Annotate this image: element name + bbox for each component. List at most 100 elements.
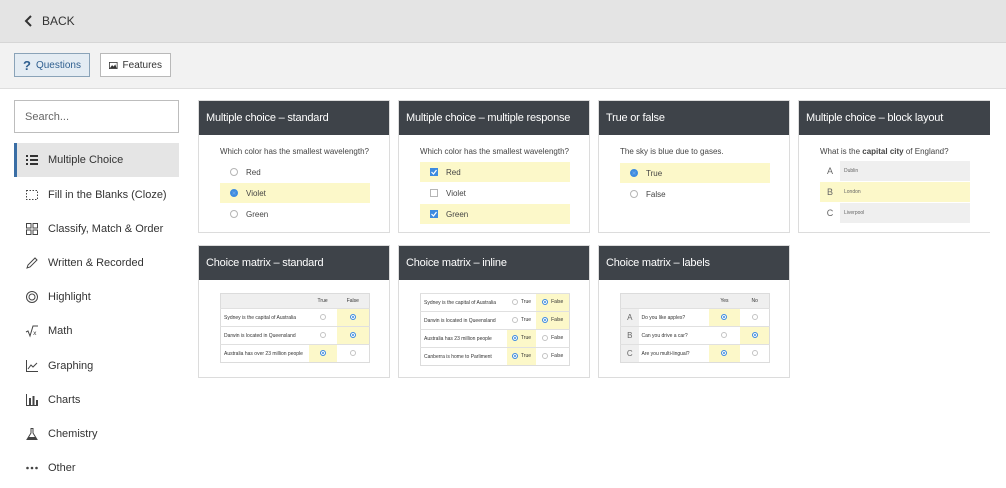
sidebar-item-written-recorded[interactable]: Written & Recorded <box>14 246 179 280</box>
option-letter: C <box>826 208 834 218</box>
option-label: Green <box>246 209 269 219</box>
search-input[interactable] <box>14 100 179 133</box>
sidebar-item-fill-in-the-blanks[interactable]: Fill in the Blanks (Cloze) <box>14 178 179 212</box>
sidebar-item-label: Chemistry <box>48 428 98 440</box>
preview-option: Green <box>220 204 370 224</box>
preview-option: False <box>620 184 770 204</box>
preview-option-selected: True <box>620 163 770 183</box>
card-preview: What is the capital city of England? A Du… <box>799 135 990 233</box>
checkbox-checked-icon <box>430 210 438 218</box>
radio-icon <box>230 210 238 218</box>
sidebar-item-label: Highlight <box>48 291 91 303</box>
sidebar-item-label: Fill in the Blanks (Cloze) <box>48 189 167 201</box>
option-label: True <box>646 168 663 178</box>
sidebar-item-charts[interactable]: Charts <box>14 383 179 417</box>
bar-chart-icon <box>25 393 39 407</box>
back-label: BACK <box>42 14 75 28</box>
more-icon <box>25 461 39 475</box>
option-letter: B <box>820 182 840 202</box>
preview-matrix: True False Sydney is the capital of Austr… <box>220 293 370 363</box>
tab-questions[interactable]: ? Questions <box>14 53 90 77</box>
preview-block-option-selected: B London <box>820 182 970 202</box>
preview-question: Which color has the smallest wavelength? <box>220 147 369 156</box>
sidebar-item-label: Classify, Match & Order <box>48 223 164 235</box>
target-icon <box>25 290 39 304</box>
preview-question: Which color has the smallest wavelength? <box>420 147 569 156</box>
card-title: Choice matrix – inline <box>399 246 589 280</box>
card-title: Multiple choice – standard <box>199 101 389 135</box>
checkbox-icon <box>430 189 438 197</box>
sidebar-item-label: Other <box>48 462 76 474</box>
grid-icon <box>25 222 39 236</box>
card-mc-block-layout[interactable]: Multiple choice – block layout What is t… <box>798 100 990 233</box>
option-label: Violet <box>246 188 266 198</box>
preview-matrix: Yes No A Do you like apples? B Can you driv… <box>620 293 770 363</box>
preview-option: Red <box>220 162 370 182</box>
radio-checked-icon <box>230 189 238 197</box>
svg-text:x: x <box>33 330 37 337</box>
card-title: Multiple choice – block layout <box>799 101 990 135</box>
card-title: Choice matrix – labels <box>599 246 789 280</box>
sidebar-item-label: Graphing <box>48 360 94 372</box>
card-preview: Which color has the smallest wavelength?… <box>399 135 589 233</box>
sidebar-item-label: Multiple Choice <box>48 154 124 166</box>
card-choice-matrix-labels[interactable]: Choice matrix – labels Yes No A Do you lik… <box>598 245 790 378</box>
card-preview: Yes No A Do you like apples? B Can you driv… <box>599 280 789 378</box>
card-title: Choice matrix – standard <box>199 246 389 280</box>
line-graph-icon <box>25 359 39 373</box>
preview-option: Violet <box>420 183 570 203</box>
tab-features[interactable]: Features <box>100 53 171 77</box>
preview-matrix: Sydney is the capital of Australia True Fa… <box>420 293 570 366</box>
sidebar-item-math[interactable]: x Math <box>14 314 179 348</box>
sqrt-icon: x <box>25 324 39 338</box>
option-label: Dublin <box>840 161 970 181</box>
pencil-icon <box>25 256 39 270</box>
card-preview: Which color has the smallest wavelength?… <box>199 135 389 233</box>
card-preview: The sky is blue due to gases. True False <box>599 135 789 233</box>
option-label: Liverpool <box>840 203 970 223</box>
sidebar: Multiple Choice Fill in the Blanks (Cloz… <box>14 100 179 474</box>
preview-option-selected: Red <box>420 162 570 182</box>
tab-features-label: Features <box>122 59 162 71</box>
card-preview: True False Sydney is the capital of Austr… <box>199 280 389 378</box>
sidebar-item-highlight[interactable]: Highlight <box>14 280 179 314</box>
card-title: Multiple choice – multiple response <box>399 101 589 135</box>
option-label: False <box>646 189 666 199</box>
card-choice-matrix-standard[interactable]: Choice matrix – standard True False Sydne… <box>198 245 390 378</box>
option-label: Green <box>446 209 469 219</box>
option-letter: A <box>826 166 833 176</box>
radio-icon <box>630 190 638 198</box>
option-label: Red <box>246 167 261 177</box>
list-icon <box>25 153 39 167</box>
option-label: Violet <box>446 188 466 198</box>
dashed-box-icon <box>25 188 39 202</box>
sidebar-item-classify[interactable]: Classify, Match & Order <box>14 212 179 246</box>
preview-option-selected: Green <box>420 204 570 224</box>
card-mc-multiple-response[interactable]: Multiple choice – multiple response Whic… <box>398 100 590 233</box>
preview-question: The sky is blue due to gases. <box>620 147 724 156</box>
preview-option-selected: Violet <box>220 183 370 203</box>
sidebar-item-label: Written & Recorded <box>48 257 144 269</box>
radio-icon <box>230 168 238 176</box>
sidebar-item-chemistry[interactable]: Chemistry <box>14 417 179 451</box>
card-title: True or false <box>599 101 789 135</box>
checkbox-checked-icon <box>430 168 438 176</box>
sidebar-item-other[interactable]: Other <box>14 451 179 485</box>
chevron-left-icon <box>24 15 32 27</box>
sidebar-item-multiple-choice[interactable]: Multiple Choice <box>14 143 179 177</box>
back-button[interactable]: BACK <box>24 14 75 28</box>
preview-block-option: A Dublin <box>820 161 970 181</box>
preview-question: What is the capital city of England? <box>820 147 949 156</box>
sidebar-item-label: Math <box>48 325 73 337</box>
option-label: London <box>840 182 970 202</box>
sidebar-item-label: Charts <box>48 394 81 406</box>
image-icon <box>109 61 118 69</box>
radio-checked-icon <box>630 169 638 177</box>
card-true-false[interactable]: True or false The sky is blue due to gas… <box>598 100 790 233</box>
tab-bar: ? Questions Features <box>0 43 1006 89</box>
top-bar: BACK <box>0 0 1006 43</box>
sidebar-item-graphing[interactable]: Graphing <box>14 349 179 383</box>
option-label: Red <box>446 167 461 177</box>
card-choice-matrix-inline[interactable]: Choice matrix – inline Sydney is the cap… <box>398 245 590 378</box>
card-mc-standard[interactable]: Multiple choice – standard Which color h… <box>198 100 390 233</box>
